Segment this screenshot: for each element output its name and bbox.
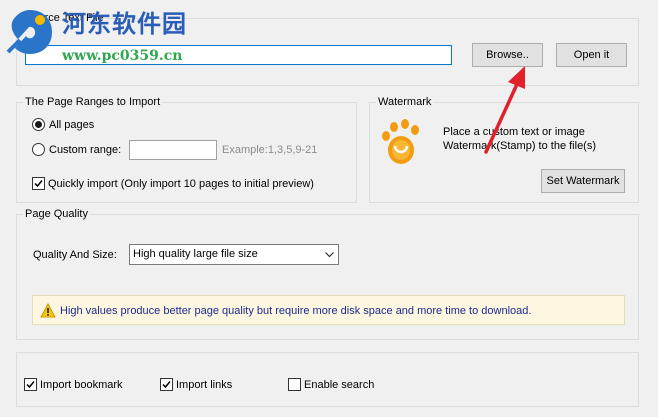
red-arrow-annotation — [484, 66, 525, 154]
chevron-down-icon — [325, 252, 334, 258]
site-name: 河东软件园 — [62, 10, 187, 38]
site-watermark: 河东软件园 www.pc0359.cn — [0, 0, 210, 70]
custom-range-label[interactable]: Custom range: — [49, 144, 121, 157]
warning-icon — [40, 303, 56, 318]
custom-range-input[interactable] — [129, 140, 217, 160]
all-pages-radio[interactable] — [32, 118, 45, 131]
quality-warning-box: High values produce better page quality … — [32, 295, 625, 325]
custom-range-example: Example:1,3,5,9-21 — [222, 144, 318, 156]
import-bookmark-checkbox[interactable] — [24, 378, 37, 391]
quick-import-label[interactable]: Quickly import (Only import 10 pages to … — [48, 178, 314, 191]
quality-size-label: Quality And Size: — [33, 249, 117, 261]
import-links-label[interactable]: Import links — [176, 379, 232, 392]
quality-select[interactable]: High quality large file size — [129, 244, 339, 265]
import-bookmark-label[interactable]: Import bookmark — [40, 379, 123, 392]
checkmark-icon — [34, 180, 43, 188]
quality-select-value: High quality large file size — [133, 248, 258, 260]
enable-search-checkbox[interactable] — [288, 378, 301, 391]
checkmark-icon — [162, 381, 171, 389]
checkmark-icon — [26, 381, 35, 389]
set-watermark-button[interactable]: Set Watermark — [541, 169, 625, 193]
footprint-icon — [382, 119, 419, 164]
site-logo-icon — [6, 10, 53, 54]
enable-search-label[interactable]: Enable search — [304, 379, 374, 392]
open-it-button[interactable]: Open it — [556, 43, 627, 67]
watermark-title: Watermark — [376, 96, 434, 109]
page-quality-title: Page Quality — [23, 208, 90, 221]
all-pages-label[interactable]: All pages — [49, 119, 94, 132]
import-links-checkbox[interactable] — [160, 378, 173, 391]
site-url: www.pc0359.cn — [62, 48, 183, 64]
page-ranges-title: The Page Ranges to Import — [23, 96, 163, 109]
quality-warning-text: High values produce better page quality … — [60, 305, 532, 317]
custom-range-radio[interactable] — [32, 143, 45, 156]
quick-import-checkbox[interactable] — [32, 177, 45, 190]
